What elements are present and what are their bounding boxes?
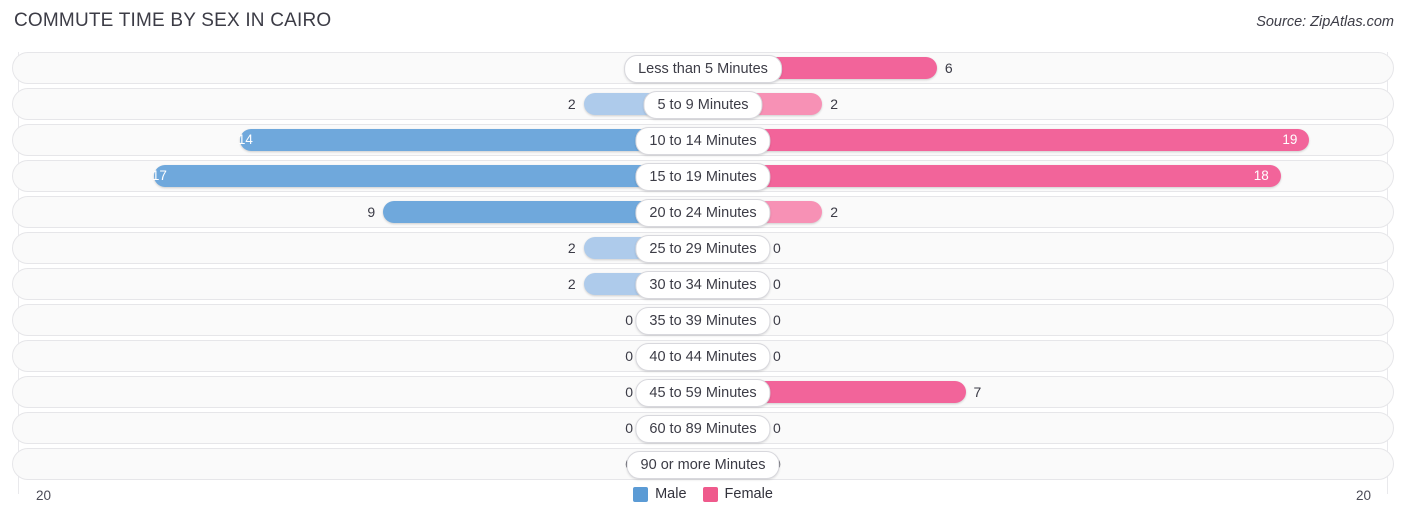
chart-row[interactable]: 2 0 30 to 34 Minutes xyxy=(12,268,1394,300)
category-label: 40 to 44 Minutes xyxy=(635,343,771,371)
category-label: 5 to 9 Minutes xyxy=(643,91,763,119)
chart-row-inner: 0090 or more Minutes xyxy=(13,449,1393,479)
category-label: 35 to 39 Minutes xyxy=(635,307,771,335)
legend-label: Female xyxy=(724,486,773,502)
chart-row[interactable]: 0 0 60 to 89 Minutes xyxy=(12,412,1394,444)
legend-item-female[interactable]: Female xyxy=(702,486,773,502)
bar-male[interactable] xyxy=(239,129,703,151)
category-label: 25 to 29 Minutes xyxy=(635,235,771,263)
chart-row-inner: 9 2 20 to 24 Minutes xyxy=(13,197,1393,227)
category-label: Less than 5 Minutes xyxy=(624,55,782,83)
source-attribution: Source: ZipAtlas.com xyxy=(1256,14,1394,30)
legend-item-male[interactable]: Male xyxy=(633,486,687,502)
value-label-female: 0 xyxy=(773,312,781,328)
value-label-male: 0 xyxy=(625,348,633,364)
chart-row[interactable]: 0 0 35 to 39 Minutes xyxy=(12,304,1394,336)
value-label-female: 19 xyxy=(1282,132,1298,147)
value-label-female: 0 xyxy=(773,276,781,292)
chart-row-inner: 2 0 25 to 29 Minutes xyxy=(13,233,1393,263)
bar-female[interactable] xyxy=(703,129,1310,151)
legend-swatch-icon xyxy=(633,486,649,502)
chart-row[interactable]: 06Less than 5 Minutes xyxy=(12,52,1394,84)
chart-row[interactable]: 9 2 20 to 24 Minutes xyxy=(12,196,1394,228)
chart-row-inner: 2 2 5 to 9 Minutes xyxy=(13,89,1393,119)
category-label: 20 to 24 Minutes xyxy=(635,199,771,227)
value-label-female: 6 xyxy=(944,60,953,76)
chart-row-inner: 2 0 30 to 34 Minutes xyxy=(13,269,1393,299)
page-title: COMMUTE TIME BY SEX IN CAIRO xyxy=(14,10,332,31)
category-label: 10 to 14 Minutes xyxy=(635,127,771,155)
chart-row[interactable]: 2 0 25 to 29 Minutes xyxy=(12,232,1394,264)
chart-row-inner: 0 7 45 to 59 Minutes xyxy=(13,377,1393,407)
chart-row-inner: 0 0 40 to 44 Minutes xyxy=(13,341,1393,371)
bar-female[interactable] xyxy=(703,165,1281,187)
category-label: 45 to 59 Minutes xyxy=(635,379,771,407)
value-label-male: 2 xyxy=(567,240,576,256)
category-label: 15 to 19 Minutes xyxy=(635,163,771,191)
chart-legend: Male Female xyxy=(0,486,1406,502)
bar-male[interactable] xyxy=(153,165,703,187)
value-label-female: 0 xyxy=(773,420,781,436)
chart-row[interactable]: 17 18 15 to 19 Minutes xyxy=(12,160,1394,192)
value-label-female: 0 xyxy=(773,240,781,256)
category-label: 90 or more Minutes xyxy=(626,451,780,479)
value-label-male: 0 xyxy=(625,312,633,328)
chart-row[interactable]: 0 7 45 to 59 Minutes xyxy=(12,376,1394,408)
chart-row-inner: 0 0 60 to 89 Minutes xyxy=(13,413,1393,443)
chart-plot-area: 06Less than 5 Minutes225 to 9 Minutes141… xyxy=(12,52,1394,494)
chart-row[interactable]: 14 19 10 to 14 Minutes xyxy=(12,124,1394,156)
value-label-male: 0 xyxy=(625,384,633,400)
value-label-female: 7 xyxy=(973,384,982,400)
chart-row-inner: 14 19 10 to 14 Minutes xyxy=(13,125,1393,155)
category-label: 60 to 89 Minutes xyxy=(635,415,771,443)
value-label-male: 14 xyxy=(237,132,253,147)
category-label: 30 to 34 Minutes xyxy=(635,271,771,299)
chart-row-inner: 17 18 15 to 19 Minutes xyxy=(13,161,1393,191)
chart-row[interactable]: 2 2 5 to 9 Minutes xyxy=(12,88,1394,120)
legend-swatch-icon xyxy=(702,486,718,502)
chart-row-inner: 0 0 35 to 39 Minutes xyxy=(13,305,1393,335)
chart-row[interactable]: 0090 or more Minutes xyxy=(12,448,1394,480)
value-label-female: 18 xyxy=(1253,168,1269,183)
legend-label: Male xyxy=(655,486,687,502)
chart-root: COMMUTE TIME BY SEX IN CAIRO Source: Zip… xyxy=(0,0,1406,523)
value-label-male: 0 xyxy=(625,420,633,436)
chart-row[interactable]: 0 0 40 to 44 Minutes xyxy=(12,340,1394,372)
value-label-female: 2 xyxy=(830,204,839,220)
value-label-male: 9 xyxy=(367,204,376,220)
value-label-male: 2 xyxy=(567,96,576,112)
value-label-male: 2 xyxy=(567,276,576,292)
chart-row-inner: 06Less than 5 Minutes xyxy=(13,53,1393,83)
value-label-male: 17 xyxy=(151,168,167,183)
value-label-female: 0 xyxy=(773,348,781,364)
value-label-female: 2 xyxy=(830,96,839,112)
